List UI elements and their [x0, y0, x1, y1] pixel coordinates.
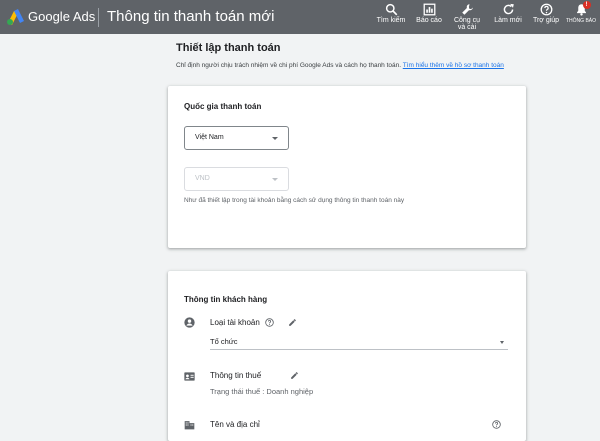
tax-info-label: Thông tin thuế: [210, 371, 262, 380]
help-label: Trợ giúp: [532, 17, 560, 24]
section-description: Chỉ định người chịu trách nhiệm về chi p…: [176, 62, 504, 69]
billing-country-card: Quốc gia thanh toán Việt Nam VND Như đã …: [168, 86, 526, 248]
tax-status-value: Trạng thái thuế : Doanh nghiệp: [210, 387, 314, 396]
reports-button[interactable]: Báo cáo: [414, 3, 444, 25]
bell-icon-wrapper: !: [575, 1, 591, 16]
search-button[interactable]: Tìm kiếm: [376, 3, 406, 25]
reports-label: Báo cáo: [416, 17, 442, 24]
account-type-label: Loại tài khoản: [210, 318, 260, 327]
dropdown-arrow-icon: [500, 341, 504, 344]
brand-name: Google Ads: [28, 9, 96, 24]
top-app-bar: Google Ads Thông tin thanh toán mới Tìm …: [0, 0, 600, 34]
notifications-label: THÔNG BÁO: [566, 18, 597, 24]
country-select[interactable]: Việt Nam: [184, 126, 289, 150]
tax-info-icon: [184, 372, 195, 381]
currency-select-value: VND: [195, 175, 210, 182]
help-button[interactable]: Trợ giúp: [531, 3, 561, 25]
search-label: Tìm kiếm: [376, 17, 406, 24]
account-type-edit-icon[interactable]: [288, 318, 297, 327]
account-type-value: Tổ chức: [210, 337, 238, 346]
country-select-value: Việt Nam: [195, 134, 224, 141]
page-title: Thông tin thanh toán mới: [107, 8, 275, 25]
tools-icon: [461, 4, 473, 15]
notifications-button[interactable]: ! THÔNG BÁO: [566, 1, 597, 25]
currency-hint: Như đã thiết lập trong tài khoản bằng cá…: [184, 197, 405, 204]
search-icon: [385, 3, 397, 16]
help-icon: [540, 3, 552, 16]
google-ads-logo-icon: [7, 9, 24, 25]
refresh-icon: [503, 3, 514, 15]
refresh-button[interactable]: Làm mới: [492, 3, 524, 25]
header-divider: [98, 8, 99, 27]
description-text: Chỉ định người chịu trách nhiệm về chi p…: [176, 62, 402, 69]
tools-settings-button[interactable]: Công cụ và cài: [452, 3, 482, 31]
customer-info-card: Thông tin khách hàng Loại tài khoản Tổ c…: [168, 271, 526, 441]
account-type-help-icon[interactable]: [265, 318, 274, 327]
customer-info-heading: Thông tin khách hàng: [184, 295, 268, 304]
tax-info-edit-icon[interactable]: [290, 371, 299, 380]
business-building-icon: [184, 421, 195, 430]
name-address-help-icon[interactable]: [492, 420, 501, 429]
notification-badge: !: [582, 1, 591, 9]
refresh-label: Làm mới: [494, 17, 522, 24]
billing-country-heading: Quốc gia thanh toán: [184, 102, 262, 111]
section-title: Thiết lập thanh toán: [176, 42, 281, 54]
account-circle-icon: [184, 317, 195, 328]
dropdown-arrow-icon: [272, 178, 278, 181]
currency-select: VND: [184, 167, 289, 191]
learn-more-link[interactable]: Tìm hiểu thêm về hồ sơ thanh toán: [403, 62, 504, 69]
dropdown-arrow-icon: [272, 137, 278, 140]
name-address-label: Tên và địa chỉ: [210, 420, 260, 429]
account-type-underline: [210, 349, 508, 350]
reports-icon: [423, 3, 435, 16]
tools-label: Công cụ và cài: [453, 17, 481, 31]
